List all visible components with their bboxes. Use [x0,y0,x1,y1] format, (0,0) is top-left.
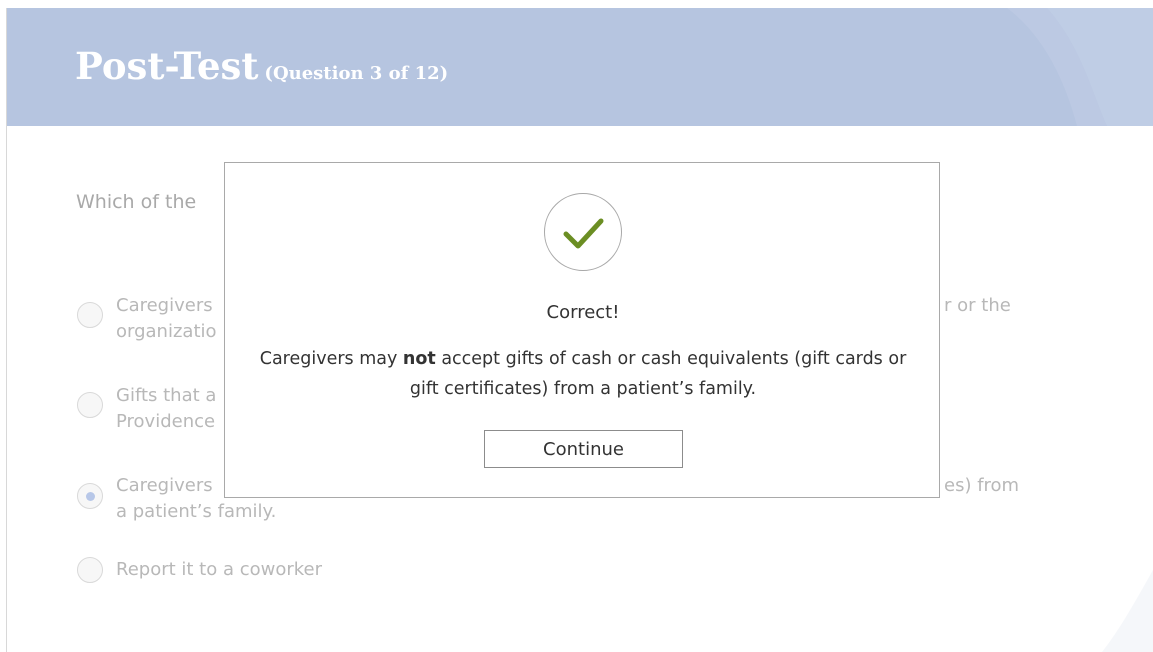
screen: Post-Test (Question 3 of 12) Which of the… [0,0,1153,652]
option-text-line: Gifts that a [116,385,217,406]
slide: Post-Test (Question 3 of 12) Which of the… [6,8,1153,652]
result-status: Correct! [546,302,620,323]
option-text-line: organizatio [116,321,217,342]
option-text-line: Report it to a coworker [116,559,323,580]
checkmark-icon-glyph [563,218,604,249]
feedback-emphasis: not [402,349,436,369]
radio-button[interactable] [77,557,103,583]
option-text-line: a patient’s family. [116,501,277,522]
radio-button[interactable] [77,302,103,328]
option-text-fragment: es) from [944,475,1020,496]
option-text-fragment: r or the [944,295,1011,316]
continue-button[interactable]: Continue [484,430,683,468]
feedback-message: Caregivers may not accept gifts of cash … [245,344,921,404]
radio-button[interactable] [77,392,103,418]
feedback-dialog: Correct! Caregivers may not accept gifts… [224,162,940,498]
question-prompt: Which of the [76,191,197,213]
feedback-text: Caregivers may [259,349,403,369]
feedback-text: accept gifts of cash or cash equivalents… [409,349,907,399]
checkmark-icon [544,193,622,271]
option-text-line: Caregivers [116,475,213,496]
option-text-line: Providence [116,411,216,432]
radio-button-selected[interactable] [77,483,103,509]
option-text-line: Caregivers [116,295,213,316]
